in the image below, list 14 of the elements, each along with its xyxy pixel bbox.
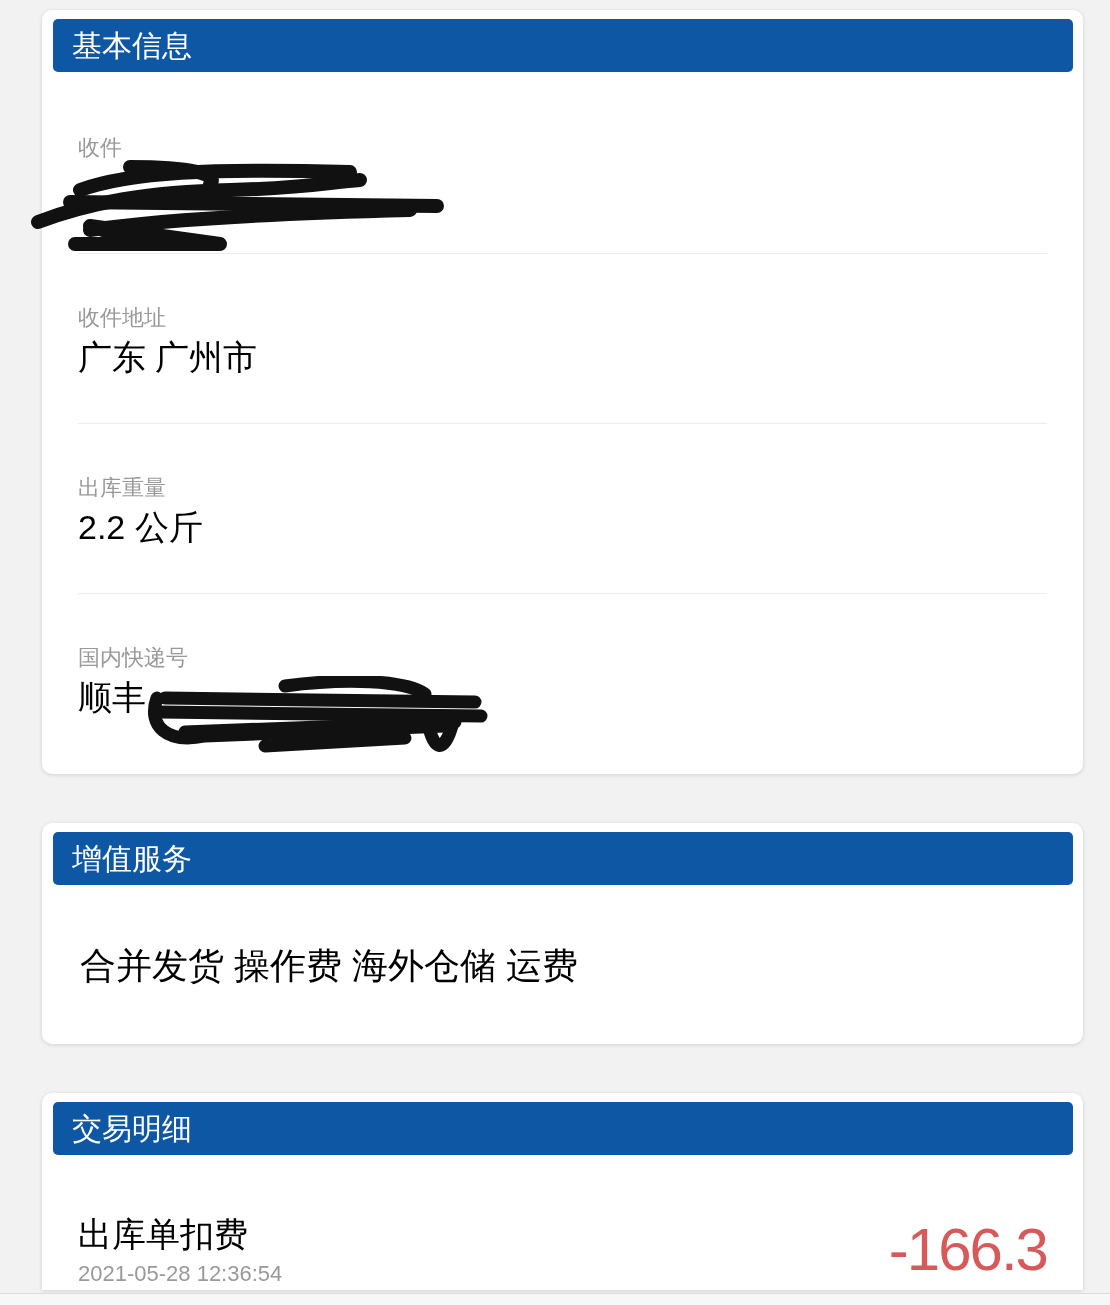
section-title-bar: 基本信息 — [53, 19, 1073, 72]
field-value: 广东 广州市 — [78, 337, 258, 378]
services-text: 合并发货 操作费 海外仓储 运费 — [80, 944, 578, 988]
field-value: 顺丰 — [78, 677, 146, 718]
field-label: 收件 — [78, 134, 122, 162]
field-label: 国内快递号 — [78, 644, 188, 672]
section-title-bar: 交易明细 — [53, 1102, 1073, 1155]
transaction-title: 出库单扣费 — [78, 1214, 248, 1255]
transaction-amount: -166.3 — [888, 1215, 1047, 1285]
field-value: 2.2 公斤 — [78, 507, 203, 548]
field-label: 出库重量 — [78, 474, 166, 502]
transaction-time: 2021-05-28 12:36:54 — [78, 1260, 283, 1288]
field-label: 收件地址 — [78, 304, 166, 332]
section-title-bar: 增值服务 — [53, 832, 1073, 885]
